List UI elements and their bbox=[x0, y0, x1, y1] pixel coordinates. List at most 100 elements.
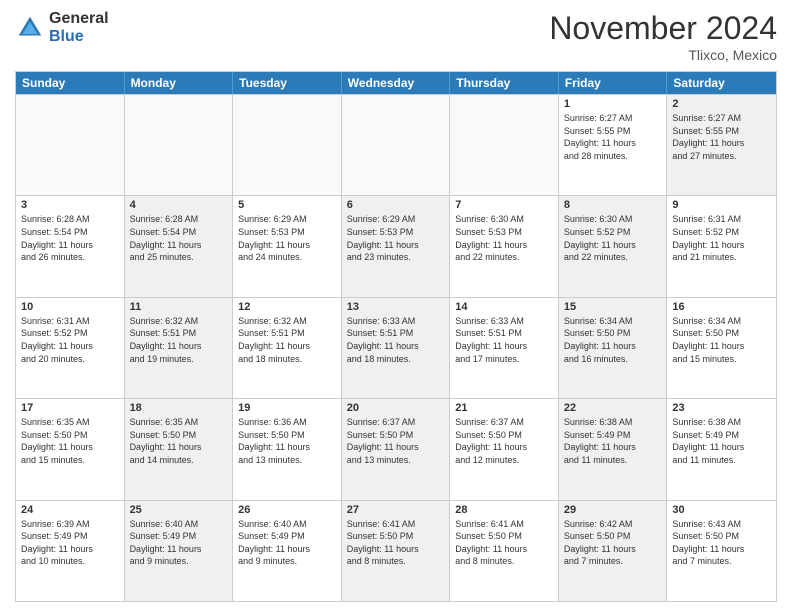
calendar: SundayMondayTuesdayWednesdayThursdayFrid… bbox=[15, 71, 777, 602]
day-number: 5 bbox=[238, 199, 336, 211]
day-number: 23 bbox=[672, 402, 771, 414]
day-number: 3 bbox=[21, 199, 119, 211]
logo-general: General bbox=[49, 10, 109, 28]
day-info: Sunrise: 6:29 AMSunset: 5:53 PMDaylight:… bbox=[238, 213, 336, 263]
day-number: 27 bbox=[347, 504, 445, 516]
calendar-header: SundayMondayTuesdayWednesdayThursdayFrid… bbox=[16, 72, 776, 94]
calendar-cell: 16 Sunrise: 6:34 AMSunset: 5:50 PMDayligh… bbox=[667, 298, 776, 398]
day-number: 9 bbox=[672, 199, 771, 211]
day-info: Sunrise: 6:35 AMSunset: 5:50 PMDaylight:… bbox=[21, 416, 119, 466]
calendar-cell bbox=[233, 95, 342, 195]
calendar-cell: 15 Sunrise: 6:34 AMSunset: 5:50 PMDayligh… bbox=[559, 298, 668, 398]
location: Tlixco, Mexico bbox=[549, 47, 777, 63]
logo-icon bbox=[15, 13, 45, 43]
weekday-header: Tuesday bbox=[233, 72, 342, 94]
day-info: Sunrise: 6:38 AMSunset: 5:49 PMDaylight:… bbox=[672, 416, 771, 466]
header: General Blue November 2024 Tlixco, Mexic… bbox=[15, 10, 777, 63]
day-info: Sunrise: 6:32 AMSunset: 5:51 PMDaylight:… bbox=[238, 315, 336, 365]
day-info: Sunrise: 6:35 AMSunset: 5:50 PMDaylight:… bbox=[130, 416, 228, 466]
calendar-cell: 9 Sunrise: 6:31 AMSunset: 5:52 PMDaylight… bbox=[667, 196, 776, 296]
day-number: 17 bbox=[21, 402, 119, 414]
logo-blue: Blue bbox=[49, 28, 109, 46]
calendar-cell: 22 Sunrise: 6:38 AMSunset: 5:49 PMDayligh… bbox=[559, 399, 668, 499]
weekday-header: Saturday bbox=[667, 72, 776, 94]
calendar-cell: 23 Sunrise: 6:38 AMSunset: 5:49 PMDayligh… bbox=[667, 399, 776, 499]
day-number: 10 bbox=[21, 301, 119, 313]
day-number: 18 bbox=[130, 402, 228, 414]
title-block: November 2024 Tlixco, Mexico bbox=[549, 10, 777, 63]
day-info: Sunrise: 6:40 AMSunset: 5:49 PMDaylight:… bbox=[130, 518, 228, 568]
day-number: 26 bbox=[238, 504, 336, 516]
day-info: Sunrise: 6:40 AMSunset: 5:49 PMDaylight:… bbox=[238, 518, 336, 568]
weekday-header: Friday bbox=[559, 72, 668, 94]
day-info: Sunrise: 6:31 AMSunset: 5:52 PMDaylight:… bbox=[672, 213, 771, 263]
day-info: Sunrise: 6:30 AMSunset: 5:53 PMDaylight:… bbox=[455, 213, 553, 263]
calendar-cell: 13 Sunrise: 6:33 AMSunset: 5:51 PMDayligh… bbox=[342, 298, 451, 398]
day-info: Sunrise: 6:36 AMSunset: 5:50 PMDaylight:… bbox=[238, 416, 336, 466]
day-info: Sunrise: 6:32 AMSunset: 5:51 PMDaylight:… bbox=[130, 315, 228, 365]
day-info: Sunrise: 6:37 AMSunset: 5:50 PMDaylight:… bbox=[347, 416, 445, 466]
calendar-cell bbox=[125, 95, 234, 195]
day-info: Sunrise: 6:31 AMSunset: 5:52 PMDaylight:… bbox=[21, 315, 119, 365]
day-info: Sunrise: 6:27 AMSunset: 5:55 PMDaylight:… bbox=[672, 112, 771, 162]
day-number: 30 bbox=[672, 504, 771, 516]
day-number: 25 bbox=[130, 504, 228, 516]
day-number: 14 bbox=[455, 301, 553, 313]
calendar-cell: 28Sunrise: 6:41 AMSunset: 5:50 PMDayligh… bbox=[450, 501, 559, 601]
day-number: 11 bbox=[130, 301, 228, 313]
calendar-cell bbox=[16, 95, 125, 195]
calendar-body: 1 Sunrise: 6:27 AMSunset: 5:55 PMDaylight… bbox=[16, 94, 776, 601]
calendar-cell: 21Sunrise: 6:37 AMSunset: 5:50 PMDayligh… bbox=[450, 399, 559, 499]
calendar-cell: 14Sunrise: 6:33 AMSunset: 5:51 PMDayligh… bbox=[450, 298, 559, 398]
day-number: 13 bbox=[347, 301, 445, 313]
day-info: Sunrise: 6:28 AMSunset: 5:54 PMDaylight:… bbox=[21, 213, 119, 263]
calendar-row: 10 Sunrise: 6:31 AMSunset: 5:52 PMDayligh… bbox=[16, 297, 776, 398]
day-number: 1 bbox=[564, 98, 662, 110]
logo: General Blue bbox=[15, 10, 109, 45]
calendar-cell: 5 Sunrise: 6:29 AMSunset: 5:53 PMDaylight… bbox=[233, 196, 342, 296]
day-info: Sunrise: 6:37 AMSunset: 5:50 PMDaylight:… bbox=[455, 416, 553, 466]
page: General Blue November 2024 Tlixco, Mexic… bbox=[0, 0, 792, 612]
day-info: Sunrise: 6:34 AMSunset: 5:50 PMDaylight:… bbox=[564, 315, 662, 365]
calendar-cell: 1 Sunrise: 6:27 AMSunset: 5:55 PMDaylight… bbox=[559, 95, 668, 195]
calendar-cell: 17 Sunrise: 6:35 AMSunset: 5:50 PMDayligh… bbox=[16, 399, 125, 499]
calendar-cell: 12 Sunrise: 6:32 AMSunset: 5:51 PMDayligh… bbox=[233, 298, 342, 398]
calendar-cell: 4 Sunrise: 6:28 AMSunset: 5:54 PMDaylight… bbox=[125, 196, 234, 296]
day-info: Sunrise: 6:30 AMSunset: 5:52 PMDaylight:… bbox=[564, 213, 662, 263]
calendar-cell: 20 Sunrise: 6:37 AMSunset: 5:50 PMDayligh… bbox=[342, 399, 451, 499]
day-number: 7 bbox=[455, 199, 553, 211]
calendar-cell: 2 Sunrise: 6:27 AMSunset: 5:55 PMDaylight… bbox=[667, 95, 776, 195]
day-number: 4 bbox=[130, 199, 228, 211]
calendar-cell bbox=[342, 95, 451, 195]
day-number: 16 bbox=[672, 301, 771, 313]
month-title: November 2024 bbox=[549, 10, 777, 47]
calendar-cell: 11 Sunrise: 6:32 AMSunset: 5:51 PMDayligh… bbox=[125, 298, 234, 398]
calendar-cell: 6Sunrise: 6:29 AMSunset: 5:53 PMDaylight… bbox=[342, 196, 451, 296]
day-info: Sunrise: 6:38 AMSunset: 5:49 PMDaylight:… bbox=[564, 416, 662, 466]
calendar-cell: 30 Sunrise: 6:43 AMSunset: 5:50 PMDayligh… bbox=[667, 501, 776, 601]
day-number: 20 bbox=[347, 402, 445, 414]
day-number: 8 bbox=[564, 199, 662, 211]
calendar-row: 3 Sunrise: 6:28 AMSunset: 5:54 PMDaylight… bbox=[16, 195, 776, 296]
calendar-cell: 18 Sunrise: 6:35 AMSunset: 5:50 PMDayligh… bbox=[125, 399, 234, 499]
day-number: 22 bbox=[564, 402, 662, 414]
calendar-cell: 8 Sunrise: 6:30 AMSunset: 5:52 PMDaylight… bbox=[559, 196, 668, 296]
day-info: Sunrise: 6:43 AMSunset: 5:50 PMDaylight:… bbox=[672, 518, 771, 568]
day-info: Sunrise: 6:27 AMSunset: 5:55 PMDaylight:… bbox=[564, 112, 662, 162]
calendar-cell: 10 Sunrise: 6:31 AMSunset: 5:52 PMDayligh… bbox=[16, 298, 125, 398]
calendar-cell bbox=[450, 95, 559, 195]
day-info: Sunrise: 6:28 AMSunset: 5:54 PMDaylight:… bbox=[130, 213, 228, 263]
calendar-cell: 7 Sunrise: 6:30 AMSunset: 5:53 PMDaylight… bbox=[450, 196, 559, 296]
calendar-cell: 29Sunrise: 6:42 AMSunset: 5:50 PMDayligh… bbox=[559, 501, 668, 601]
day-number: 2 bbox=[672, 98, 771, 110]
day-number: 15 bbox=[564, 301, 662, 313]
day-number: 12 bbox=[238, 301, 336, 313]
calendar-cell: 27 Sunrise: 6:41 AMSunset: 5:50 PMDayligh… bbox=[342, 501, 451, 601]
day-info: Sunrise: 6:41 AMSunset: 5:50 PMDaylight:… bbox=[347, 518, 445, 568]
calendar-cell: 3 Sunrise: 6:28 AMSunset: 5:54 PMDaylight… bbox=[16, 196, 125, 296]
weekday-header: Monday bbox=[125, 72, 234, 94]
day-number: 19 bbox=[238, 402, 336, 414]
day-number: 6 bbox=[347, 199, 445, 211]
day-info: Sunrise: 6:34 AMSunset: 5:50 PMDaylight:… bbox=[672, 315, 771, 365]
day-info: Sunrise: 6:33 AMSunset: 5:51 PMDaylight:… bbox=[347, 315, 445, 365]
